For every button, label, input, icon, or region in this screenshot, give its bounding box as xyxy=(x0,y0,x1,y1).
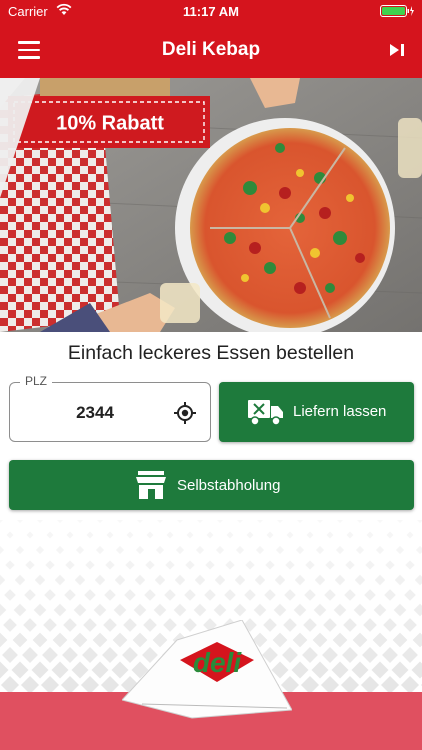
deliver-button-label: Liefern lassen xyxy=(293,403,387,420)
hero-banner: 10% Rabatt xyxy=(0,78,422,332)
discount-label: 10% Rabatt xyxy=(56,112,164,134)
pickup-button-label: Selbstabholung xyxy=(177,477,281,494)
clock: 11:17 AM xyxy=(183,4,239,19)
pizza-image: 10% Rabatt xyxy=(0,78,422,332)
deliver-button[interactable]: Liefern lassen xyxy=(219,382,414,442)
status-bar: Carrier 11:17 AM xyxy=(0,0,422,22)
logo-text: deli xyxy=(193,647,242,678)
tagline: Einfach leckeres Essen bestellen xyxy=(67,342,355,364)
skip-forward-icon[interactable] xyxy=(386,40,408,60)
delivery-truck-icon xyxy=(248,400,283,426)
deli-logo: deli xyxy=(122,620,292,719)
page-title: Deli Kebap xyxy=(161,39,261,60)
nav-bar: Deli Kebap xyxy=(0,22,422,78)
pickup-button[interactable]: Selbstabholung xyxy=(9,460,414,510)
plz-field[interactable]: PLZ 2344 xyxy=(9,374,211,442)
store-icon xyxy=(136,471,166,499)
plz-label: PLZ xyxy=(20,374,53,388)
locate-me-icon[interactable] xyxy=(173,401,197,425)
battery-icon xyxy=(380,5,414,17)
